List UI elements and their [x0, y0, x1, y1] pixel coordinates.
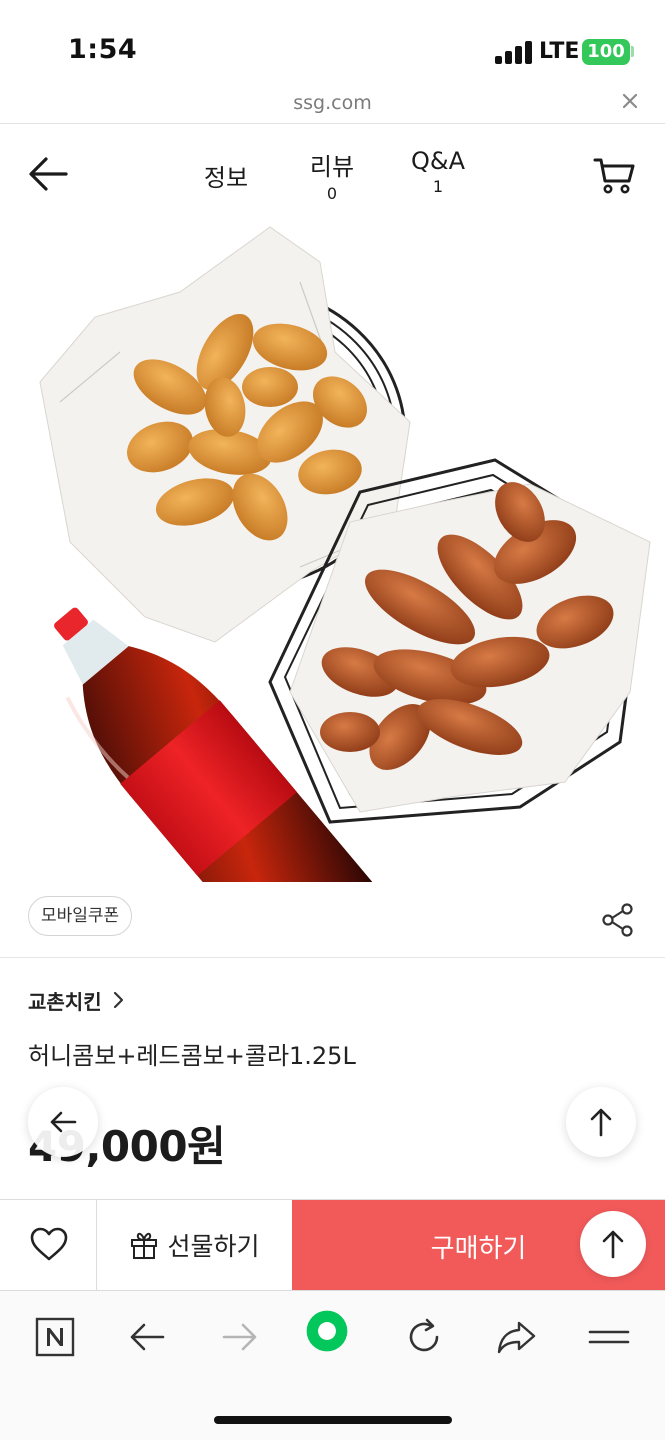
battery-icon: 100 — [582, 39, 630, 65]
back-arrow-icon[interactable] — [47, 1106, 79, 1138]
status-time: 1:54 — [68, 34, 138, 65]
tab-review-label: 리뷰 — [309, 153, 355, 181]
status-bar: 1:54 LTE 100 — [0, 0, 665, 92]
battery-tip — [631, 46, 634, 57]
brand-link[interactable]: 교촌치킨 — [28, 986, 126, 1014]
cart-icon[interactable] — [592, 153, 636, 197]
like-button[interactable] — [0, 1200, 97, 1290]
naver-icon[interactable] — [33, 1315, 77, 1359]
menu-button[interactable] — [587, 1315, 631, 1359]
buy-button[interactable]: 구매하기 — [292, 1200, 665, 1290]
signal-icon — [495, 40, 533, 64]
heart-icon[interactable] — [29, 1226, 69, 1262]
coupon-badge: 모바일쿠폰 — [28, 896, 133, 936]
menu-icon[interactable] — [587, 1315, 631, 1359]
browser-url-bar[interactable]: ssg.com — [0, 86, 665, 124]
tab-qna-count: 1 — [432, 177, 444, 196]
close-icon[interactable] — [621, 92, 639, 110]
refresh-button[interactable] — [402, 1315, 446, 1359]
gift-label: 선물하기 — [167, 1232, 260, 1261]
divider — [0, 957, 665, 958]
purchase-bar: 선물하기 구매하기 — [0, 1199, 665, 1291]
browser-back-button[interactable] — [125, 1315, 169, 1359]
product-photo — [39, 226, 651, 882]
tab-qna-label: Q&A — [410, 147, 466, 175]
browser-forward-button[interactable] — [218, 1315, 262, 1359]
brand-name[interactable]: 교촌치킨 — [28, 986, 102, 1015]
tab-review[interactable]: 리뷰 0 — [302, 147, 362, 203]
gift-button[interactable]: 선물하기 — [97, 1200, 292, 1290]
product-name: 허니콤보+레드콤보+콜라1.25L — [28, 1042, 356, 1070]
naver-green-button[interactable] — [305, 1309, 359, 1363]
floating-back-button[interactable] — [28, 1087, 98, 1157]
scroll-top-button[interactable] — [566, 1087, 636, 1157]
back-arrow-icon[interactable] — [125, 1315, 169, 1359]
tab-info[interactable]: 정보 — [195, 158, 257, 193]
share-forward-button[interactable] — [494, 1315, 538, 1359]
naver-home-button[interactable] — [33, 1315, 77, 1359]
tab-info-label: 정보 — [203, 164, 249, 192]
back-arrow-icon[interactable] — [22, 150, 74, 198]
product-top-nav: 정보 리뷰 0 Q&A 1 — [0, 125, 665, 225]
gift-icon — [131, 1232, 158, 1259]
url-text[interactable]: ssg.com — [0, 92, 665, 114]
tab-qna[interactable]: Q&A 1 — [402, 147, 474, 196]
network-label: LTE — [539, 39, 580, 64]
share-forward-icon[interactable] — [494, 1315, 538, 1359]
chevron-right-icon[interactable] — [112, 991, 126, 1009]
arrow-up-icon[interactable] — [585, 1106, 617, 1138]
arrow-up-icon[interactable] — [597, 1228, 629, 1260]
forward-arrow-icon[interactable] — [218, 1315, 262, 1359]
share-icon[interactable] — [600, 902, 636, 938]
product-image[interactable] — [0, 222, 665, 882]
scroll-top-button[interactable] — [580, 1211, 646, 1277]
naver-green-dot-icon[interactable] — [305, 1309, 349, 1353]
tab-review-count: 0 — [326, 184, 338, 203]
refresh-icon[interactable] — [402, 1315, 446, 1359]
home-indicator — [214, 1416, 452, 1424]
